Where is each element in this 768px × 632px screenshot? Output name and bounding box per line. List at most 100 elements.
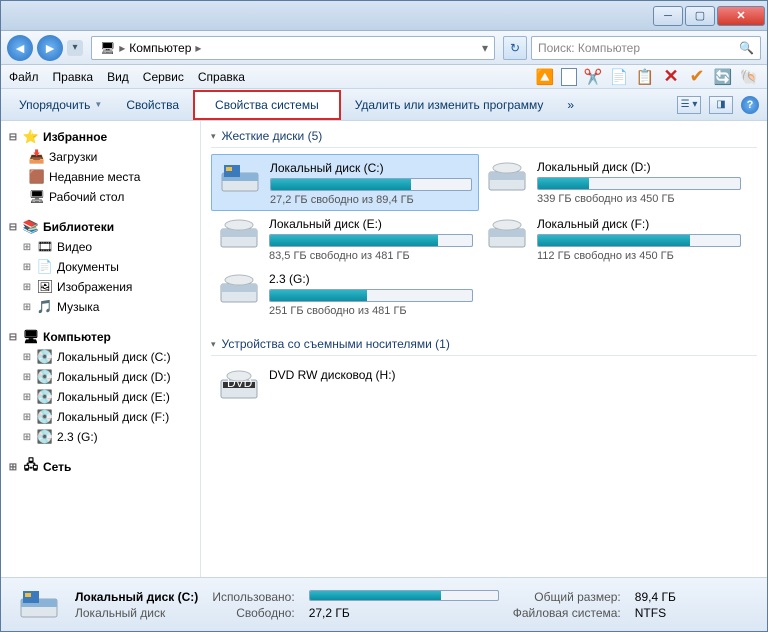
search-placeholder: Поиск: Компьютер: [538, 41, 640, 55]
up-icon[interactable]: 🔼: [535, 67, 555, 87]
system-properties-button[interactable]: Свойства системы: [193, 90, 341, 120]
shell-icon[interactable]: 🐚: [739, 67, 759, 87]
organize-button[interactable]: Упорядочить▼: [9, 94, 112, 116]
more-button[interactable]: »: [557, 94, 584, 116]
properties-button[interactable]: Свойства: [116, 94, 189, 116]
drive-free-text: 27,2 ГБ свободно из 89,4 ГБ: [270, 194, 472, 206]
menu-edit[interactable]: Правка: [53, 70, 94, 84]
drive-name: Локальный диск (E:): [269, 217, 473, 231]
drive-icon: [217, 215, 261, 255]
removable-group-header[interactable]: ▾Устройства со съемными носителями (1): [211, 333, 757, 356]
navigation-pane[interactable]: ⊟⭐Избранное 📥Загрузки 🟫Недавние места 🖥Р…: [1, 121, 201, 577]
help-icon[interactable]: ?: [741, 96, 759, 114]
breadcrumb-label: Компьютер: [129, 41, 191, 55]
dvd-drive-item[interactable]: DVD DVD RW дисковод (H:): [211, 362, 479, 410]
details-pane: Локальный диск (C:) Использовано: Общий …: [1, 577, 767, 631]
maximize-button[interactable]: ▢: [685, 6, 715, 26]
minimize-button[interactable]: ─: [653, 6, 683, 26]
delete-icon[interactable]: ✕: [661, 67, 681, 87]
status-title: Локальный диск (C:): [75, 590, 198, 604]
libraries-node[interactable]: ⊟📚Библиотеки: [5, 217, 196, 237]
drive-usage-bar: [269, 289, 473, 302]
drive-icon: 💽: [37, 429, 53, 445]
computer-node[interactable]: ⊟🖥Компьютер: [5, 327, 196, 347]
favorites-node[interactable]: ⊟⭐Избранное: [5, 127, 196, 147]
drive-icon: [485, 158, 529, 198]
music-icon: 🎵: [37, 299, 53, 315]
video-icon: 🎞: [37, 239, 53, 255]
computer-icon: 🖥: [100, 41, 115, 55]
drive-icon: 💽: [37, 409, 53, 425]
menu-service[interactable]: Сервис: [143, 70, 184, 84]
menubar: Файл Правка Вид Сервис Справка 🔼 ✂️ 📄 📋 …: [1, 65, 767, 89]
status-total-label: Общий размер:: [513, 590, 621, 604]
ok-icon[interactable]: ✔: [687, 67, 707, 87]
video-node[interactable]: ⊞🎞Видео: [5, 237, 196, 257]
documents-node[interactable]: ⊞📄Документы: [5, 257, 196, 277]
drive-item-3[interactable]: Локальный диск (F:)112 ГБ свободно из 45…: [479, 211, 747, 266]
music-node[interactable]: ⊞🎵Музыка: [5, 297, 196, 317]
drive-item-2[interactable]: Локальный диск (E:) 83,5 ГБ свободно из 4…: [211, 211, 479, 266]
drive-free-text: 112 ГБ свободно из 450 ГБ: [537, 250, 741, 262]
refresh2-icon[interactable]: 🔄: [713, 67, 733, 87]
view-mode-button[interactable]: ☰ ▾: [677, 96, 701, 114]
network-node[interactable]: ⊞🖧Сеть: [5, 457, 196, 477]
navbar: ◄ ► ▾ 🖥 ▸ Компьютер ▸ ▾ ↻ Поиск: Компьют…: [1, 31, 767, 65]
desktop-node[interactable]: 🖥Рабочий стол: [5, 187, 196, 207]
refresh-button[interactable]: ↻: [503, 36, 527, 60]
downloads-node[interactable]: 📥Загрузки: [5, 147, 196, 167]
status-free-label: Свободно:: [212, 606, 294, 620]
panel-icon[interactable]: [561, 68, 577, 86]
forward-button[interactable]: ►: [37, 35, 63, 61]
menu-file[interactable]: Файл: [9, 70, 39, 84]
preview-pane-button[interactable]: ◨: [709, 96, 733, 114]
hdd-group-header[interactable]: ▾Жесткие диски (5): [211, 125, 757, 148]
status-fs-value: NTFS: [635, 606, 676, 620]
drive-f-node[interactable]: ⊞💽Локальный диск (F:): [5, 407, 196, 427]
drive-d-node[interactable]: ⊞💽Локальный диск (D:): [5, 367, 196, 387]
cut-icon[interactable]: ✂️: [583, 67, 603, 87]
downloads-icon: 📥: [29, 149, 45, 165]
uninstall-button[interactable]: Удалить или изменить программу: [345, 94, 554, 116]
breadcrumb-computer[interactable]: 🖥 ▸ Компьютер ▸: [92, 37, 209, 59]
drive-e-node[interactable]: ⊞💽Локальный диск (E:): [5, 387, 196, 407]
address-dropdown[interactable]: ▾: [476, 41, 494, 55]
custom-toolbar: 🔼 ✂️ 📄 📋 ✕ ✔ 🔄 🐚: [535, 67, 759, 87]
drive-icon: 💽: [37, 349, 53, 365]
drive-item-0[interactable]: Локальный диск (C:) 27,2 ГБ свободно из 8…: [211, 154, 479, 211]
drive-free-text: 251 ГБ свободно из 481 ГБ: [269, 305, 473, 317]
content-pane[interactable]: ▾Жесткие диски (5) Локальный диск (C:) 27…: [201, 121, 767, 577]
computer-icon: 🖥: [23, 329, 39, 345]
drive-free-text: 339 ГБ свободно из 450 ГБ: [537, 193, 741, 205]
drive-name: Локальный диск (C:): [270, 161, 472, 175]
pictures-node[interactable]: ⊞🖼Изображения: [5, 277, 196, 297]
menu-help[interactable]: Справка: [198, 70, 245, 84]
drive-item-4[interactable]: 2.3 (G:) 251 ГБ свободно из 481 ГБ: [211, 266, 479, 321]
drive-name: Локальный диск (D:): [537, 160, 741, 174]
search-box[interactable]: Поиск: Компьютер 🔍: [531, 36, 761, 60]
drive-name: 2.3 (G:): [269, 272, 473, 286]
drive-c-node[interactable]: ⊞💽Локальный диск (C:): [5, 347, 196, 367]
paste-icon[interactable]: 📋: [635, 67, 655, 87]
address-bar[interactable]: 🖥 ▸ Компьютер ▸ ▾: [91, 36, 495, 60]
history-dropdown[interactable]: ▾: [67, 40, 83, 56]
explorer-window: ─ ▢ ✕ ◄ ► ▾ 🖥 ▸ Компьютер ▸ ▾ ↻ Поиск: К…: [0, 0, 768, 632]
back-button[interactable]: ◄: [7, 35, 33, 61]
status-used-label: Использовано:: [212, 590, 294, 604]
drive-free-text: 83,5 ГБ свободно из 481 ГБ: [269, 250, 473, 262]
search-icon: 🔍: [739, 41, 754, 55]
recent-node[interactable]: 🟫Недавние места: [5, 167, 196, 187]
drive-g-node[interactable]: ⊞💽2.3 (G:): [5, 427, 196, 447]
pictures-icon: 🖼: [37, 279, 53, 295]
network-icon: 🖧: [23, 459, 39, 475]
body: ⊟⭐Избранное 📥Загрузки 🟫Недавние места 🖥Р…: [1, 121, 767, 577]
drive-icon: 💽: [37, 369, 53, 385]
close-button[interactable]: ✕: [717, 6, 765, 26]
menu-view[interactable]: Вид: [107, 70, 129, 84]
status-subtitle: Локальный диск: [75, 606, 198, 620]
copy-icon[interactable]: 📄: [609, 67, 629, 87]
drive-icon: [485, 215, 529, 255]
drive-item-1[interactable]: Локальный диск (D:) 339 ГБ свободно из 45…: [479, 154, 747, 211]
hdd-group: ▾Жесткие диски (5) Локальный диск (C:) 27…: [211, 125, 757, 321]
libraries-icon: 📚: [23, 219, 39, 235]
